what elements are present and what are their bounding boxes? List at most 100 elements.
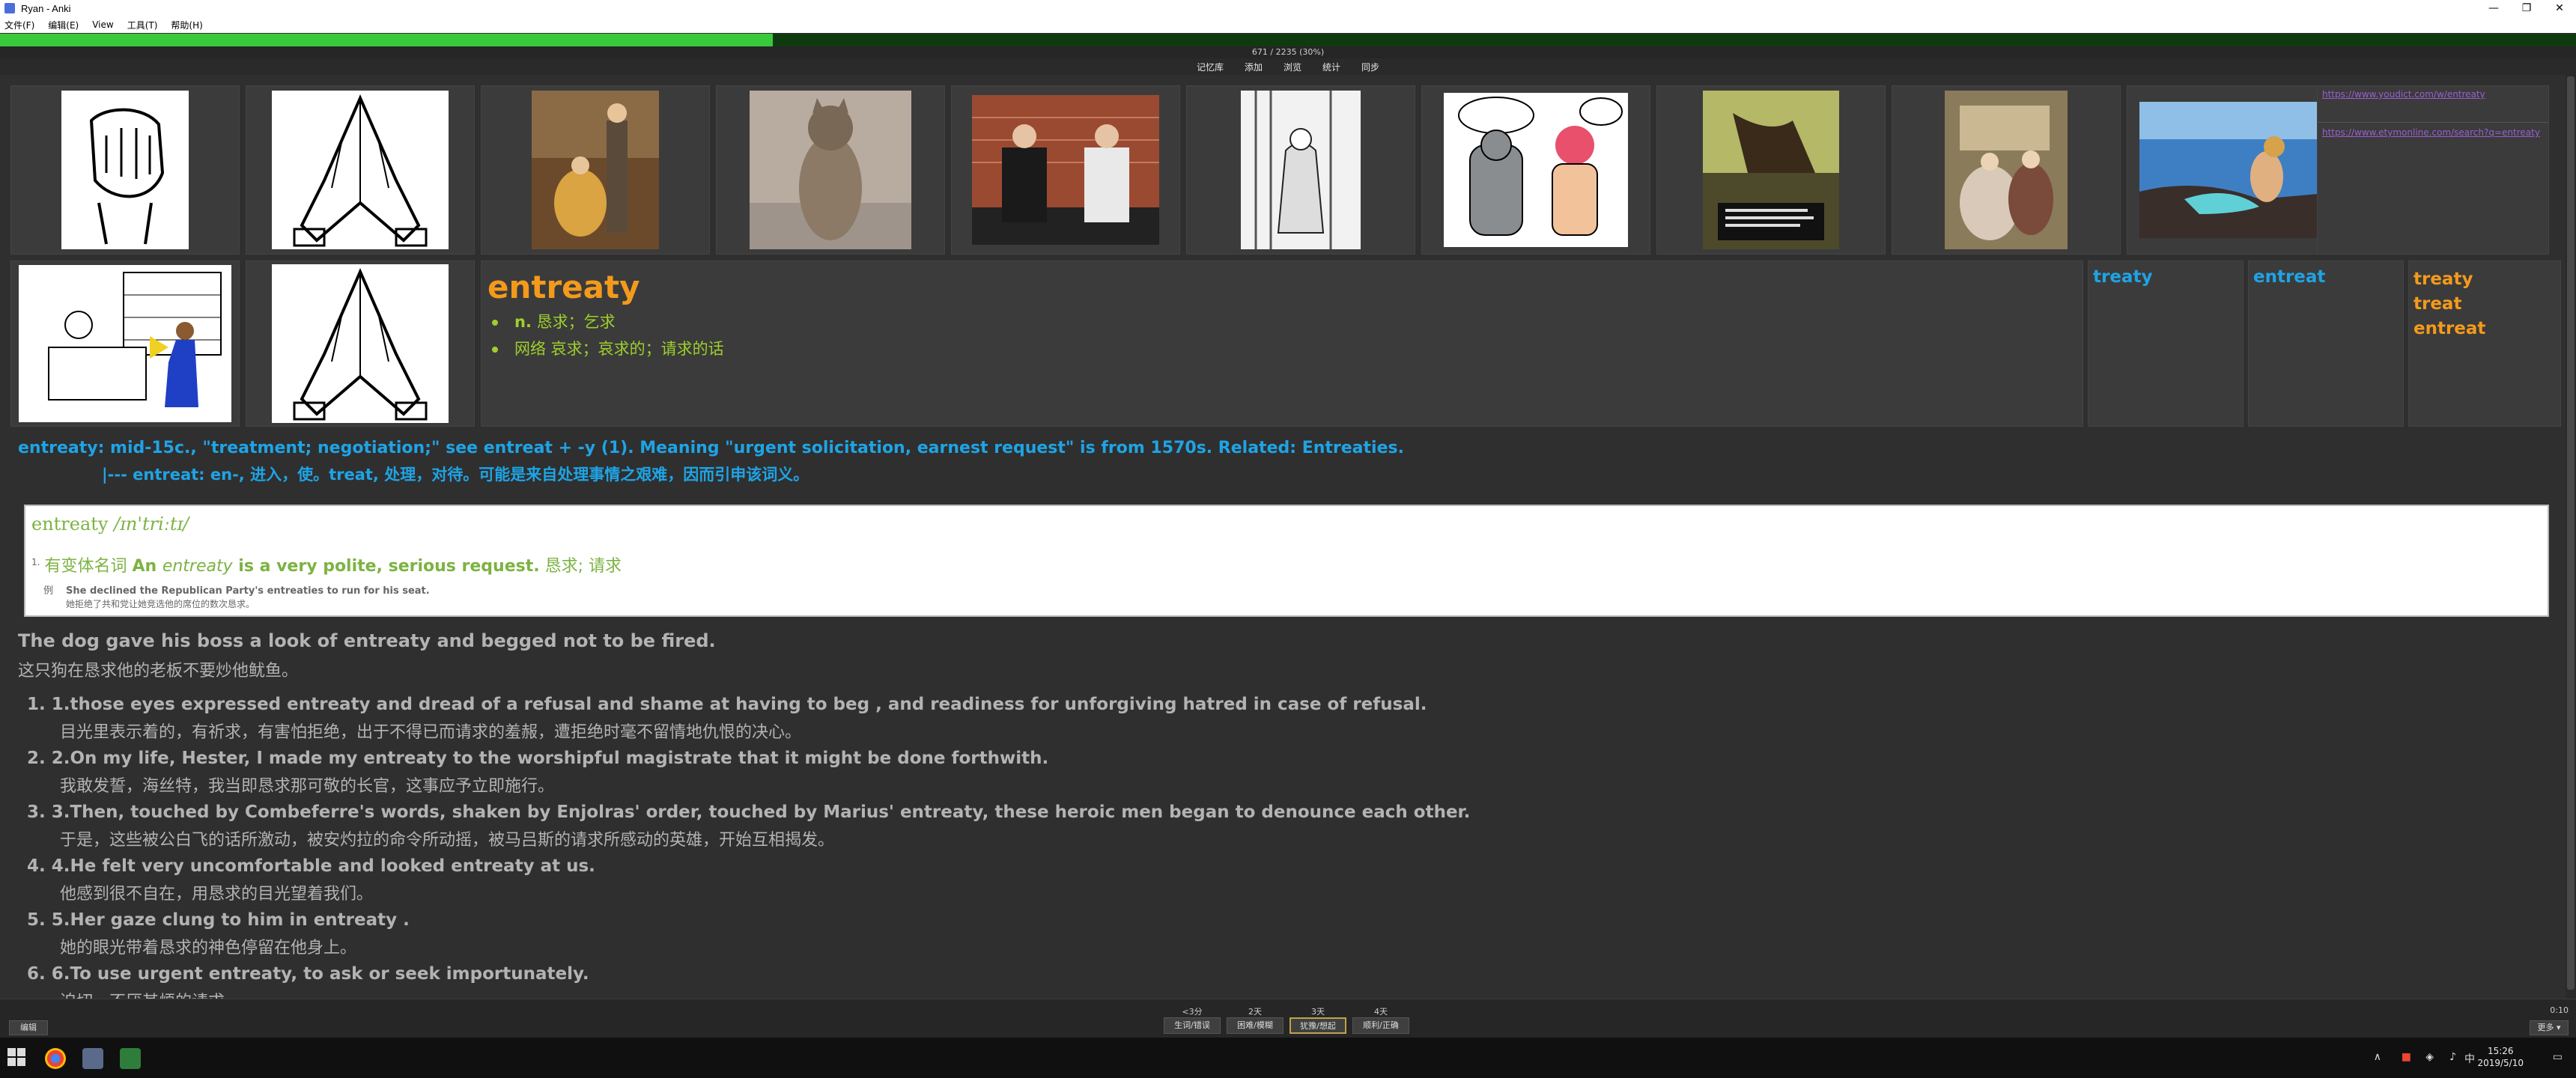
bullet-icon <box>492 320 498 326</box>
office-cartoon-image <box>19 265 231 422</box>
sentence-item: 5. 5.Her gaze clung to him in entreaty .… <box>27 910 2563 958</box>
dict-headword: entreaty <box>31 514 109 535</box>
toolbar-decks[interactable]: 记忆库 <box>1197 61 1224 73</box>
kneeling-figure-poster-image <box>1703 91 1839 249</box>
image-cell <box>246 85 475 255</box>
notification-icon[interactable]: ▭ <box>2553 1051 2563 1063</box>
menu-help[interactable]: 帮助(H) <box>171 19 202 31</box>
sentence-item: 1. 1.those eyes expressed entreaty and d… <box>27 695 2563 743</box>
ease-interval: 4天 <box>1374 1007 1388 1017</box>
definition-text: 恳求；乞求 <box>531 313 616 331</box>
dict-sense-text: is a very polite, serious request. <box>232 557 540 576</box>
main-sentence-zh: 这只狗在恳求他的老板不要炒他鱿鱼。 <box>18 662 299 680</box>
ease-group: <3分 生词/错误 <box>1164 1005 1221 1034</box>
mermaid-photo-image <box>2139 102 2343 238</box>
review-timer: 0:10 <box>2550 1005 2569 1015</box>
anki-app-icon <box>4 3 15 13</box>
ease-group: 3天 犹豫/想起 <box>1289 1005 1346 1034</box>
restore-icon[interactable]: ❐ <box>2510 0 2543 16</box>
sentence-en: 1. 1.those eyes expressed entreaty and d… <box>27 695 1427 714</box>
word-panel: entreaty n. 恳求；乞求 网络 哀求；哀求的；请求的话 <box>481 261 2083 427</box>
related-word: entreat <box>2253 267 2326 287</box>
image-cell <box>1656 85 1886 255</box>
image-cell <box>246 261 475 427</box>
ease-good-button[interactable]: 犹豫/想起 <box>1289 1017 1346 1034</box>
answer-bar: 编辑 <3分 生词/错误 2天 困难/模糊 3天 犹豫/想起 4天 顺利/正确 … <box>0 999 2576 1038</box>
anki-taskbar-icon[interactable] <box>82 1048 103 1069</box>
dictionary-box: entreaty /ɪn'triːtɪ/ 1. 有变体名词 An entreaty… <box>24 505 2549 617</box>
more-button[interactable]: 更多 ▾ <box>2530 1020 2569 1035</box>
dict-sense-number: 1. <box>31 556 40 567</box>
etymonline-link[interactable]: https://www.etymonline.com/search?q=entr… <box>2322 127 2544 138</box>
example-label: 例 <box>43 585 54 597</box>
app-taskbar-icon[interactable] <box>120 1048 141 1069</box>
dict-example: 例 She declined the Republican Party's ent… <box>43 582 430 597</box>
ease-hard-button[interactable]: 困难/模糊 <box>1227 1017 1284 1034</box>
definition-list: n. 恳求；乞求 网络 哀求；哀求的；请求的话 <box>487 310 2077 359</box>
image-cell <box>1186 85 1415 255</box>
menu-bar: 文件(F) 编辑(E) View 工具(T) 帮助(H) <box>0 16 2576 33</box>
toolbar-stats[interactable]: 统计 <box>1322 61 1340 73</box>
chrome-icon[interactable] <box>45 1048 66 1069</box>
menu-edit[interactable]: 编辑(E) <box>48 19 79 31</box>
example-zh: 她拒绝了共和党让她竞选他的席位的数次恳求。 <box>66 599 255 609</box>
related-word: treaty <box>2414 270 2473 289</box>
review-progress-bar <box>0 34 2576 46</box>
network-icon[interactable]: ◈ <box>2425 1051 2434 1063</box>
image-cell <box>10 85 240 255</box>
volume-icon[interactable]: ♪ <box>2449 1051 2456 1063</box>
tray-app-icon[interactable]: ■ <box>2402 1051 2411 1063</box>
dict-sense-prefix: 有变体名词 <box>44 557 133 576</box>
tray-chevron-icon[interactable]: ∧ <box>2374 1051 2381 1063</box>
seated-couple-photo-image <box>972 95 1159 245</box>
sentence-en: 4. 4.He felt very uncomfortable and look… <box>27 856 595 876</box>
definition-item: 网络 哀求；哀求的；请求的话 <box>492 337 2077 359</box>
toolbar-sync[interactable]: 同步 <box>1361 61 1379 73</box>
progress-text: 671 / 2235 (30%) <box>0 46 2576 58</box>
toolbar-browse[interactable]: 浏览 <box>1284 61 1301 73</box>
sentence-en: 3. 3.Then, touched by Combeferre's words… <box>27 803 1471 822</box>
dict-sense-zh: 恳求; 请求 <box>539 557 622 576</box>
begging-cat-image <box>750 91 911 249</box>
windows-start-icon[interactable] <box>7 1048 25 1066</box>
menu-tools[interactable]: 工具(T) <box>127 19 158 31</box>
etymology-line: |--- entreat: en-, 进入，使。treat, 处理，对待。可能是… <box>102 466 809 484</box>
dict-sense-text: An <box>132 557 162 576</box>
main-sentence-en: The dog gave his boss a look of entreaty… <box>18 630 716 651</box>
main-toolbar: 记忆库 添加 浏览 统计 同步 <box>0 58 2576 75</box>
dict-headword-line: entreaty /ɪn'triːtɪ/ <box>31 514 2542 535</box>
image-cell <box>716 85 945 255</box>
example-en: She declined the Republican Party's entr… <box>66 585 430 597</box>
sentence-zh: 目光里表示着的，有祈求，有害怕拒绝，出于不得已而请求的羞赧，遭拒绝时毫不留情地仇… <box>60 723 802 742</box>
progress-fill <box>0 34 773 46</box>
sentence-en: 5. 5.Her gaze clung to him in entreaty . <box>27 910 410 930</box>
ease-easy-button[interactable]: 顺利/正确 <box>1352 1017 1409 1034</box>
close-icon[interactable]: ✕ <box>2543 0 2576 16</box>
sentence-item: 3. 3.Then, touched by Combeferre's words… <box>27 803 2563 850</box>
youdict-link[interactable]: https://www.youdict.com/w/entreaty <box>2322 89 2544 100</box>
toolbar-add[interactable]: 添加 <box>1245 61 1263 73</box>
clock-date: 2019/5/10 <box>2477 1058 2524 1068</box>
related-word: treat <box>2414 294 2462 314</box>
definition-item: n. 恳求；乞求 <box>492 310 2077 332</box>
links-cell: https://www.youdict.com/w/entreaty https… <box>2317 85 2549 255</box>
vertical-scrollbar[interactable] <box>2566 75 2576 999</box>
sentence-en: 2. 2.On my life, Hester, I made my entre… <box>27 749 1049 768</box>
related-word-cell: treaty treat entreat <box>2408 261 2561 427</box>
sentence-zh: 他感到很不自在，用恳求的目光望着我们。 <box>60 885 374 904</box>
definition-pos: 网络 <box>514 340 546 358</box>
minimize-icon[interactable]: — <box>2477 0 2510 16</box>
windows-taskbar: ∧ ■ ◈ ♪ 中 15:26 2019/5/10 ▭ <box>0 1038 2576 1078</box>
related-word: treaty <box>2093 267 2153 287</box>
comic-robot-and-woman-image <box>1444 93 1628 247</box>
menu-view[interactable]: View <box>92 19 113 30</box>
scrollbar-thumb[interactable] <box>2567 76 2575 990</box>
taskbar-clock[interactable]: 15:26 2019/5/10 <box>2477 1045 2524 1069</box>
example-sentences: The dog gave his boss a look of entreaty… <box>10 630 2563 1018</box>
definition-text: 哀求；哀求的；请求的话 <box>546 340 724 358</box>
menu-file[interactable]: 文件(F) <box>4 19 34 31</box>
edit-button[interactable]: 编辑 <box>9 1020 48 1035</box>
ease-again-button[interactable]: 生词/错误 <box>1164 1017 1221 1034</box>
ime-icon[interactable]: 中 <box>2464 1051 2475 1066</box>
window-titlebar: Ryan - Anki — ❐ ✕ <box>0 0 2576 16</box>
